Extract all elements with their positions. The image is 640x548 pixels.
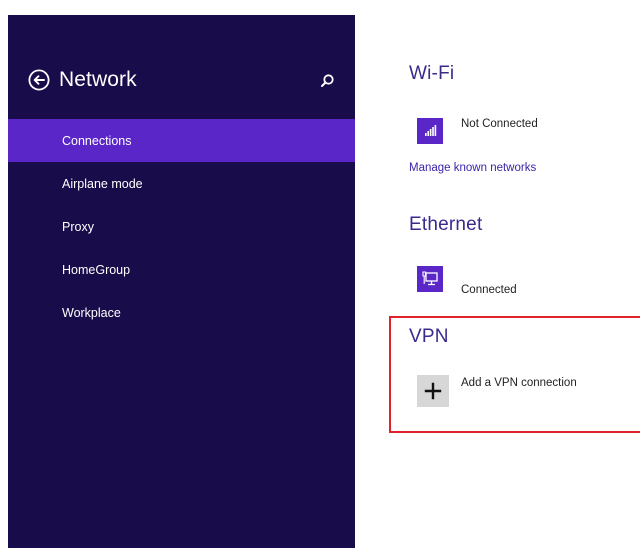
wifi-tile[interactable] (417, 118, 443, 144)
sidebar-item-connections[interactable]: Connections (8, 119, 355, 162)
wifi-signal-icon (425, 125, 437, 136)
sidebar-item-label: Connections (62, 133, 132, 148)
add-vpn-button[interactable] (417, 375, 449, 407)
page-title: Network (59, 68, 137, 91)
ethernet-icon (422, 271, 438, 286)
vpn-heading: VPN (409, 326, 449, 347)
network-settings-screen: Network Connections Airplane mode Proxy … (0, 0, 640, 548)
sidebar-item-label: Workplace (62, 305, 121, 320)
settings-sidebar: Network Connections Airplane mode Proxy … (8, 15, 355, 548)
wifi-heading: Wi-Fi (409, 63, 455, 84)
plus-icon (424, 382, 442, 400)
sidebar-item-label: Airplane mode (62, 176, 143, 191)
sidebar-nav: Connections Airplane mode Proxy HomeGrou… (8, 119, 355, 334)
search-icon[interactable] (319, 73, 335, 89)
add-vpn-label[interactable]: Add a VPN connection (461, 377, 577, 389)
back-arrow-circle-icon[interactable] (28, 69, 50, 91)
sidebar-item-airplane-mode[interactable]: Airplane mode (8, 162, 355, 205)
ethernet-status: Connected (461, 284, 517, 296)
ethernet-tile[interactable] (417, 266, 443, 292)
back-button[interactable]: Network (28, 65, 137, 95)
manage-known-networks-link[interactable]: Manage known networks (409, 162, 536, 174)
sidebar-item-workplace[interactable]: Workplace (8, 291, 355, 334)
sidebar-item-proxy[interactable]: Proxy (8, 205, 355, 248)
ethernet-heading: Ethernet (409, 214, 483, 235)
sidebar-item-label: Proxy (62, 219, 94, 234)
wifi-status: Not Connected (461, 118, 538, 130)
sidebar-item-homegroup[interactable]: HomeGroup (8, 248, 355, 291)
sidebar-item-label: HomeGroup (62, 262, 131, 277)
